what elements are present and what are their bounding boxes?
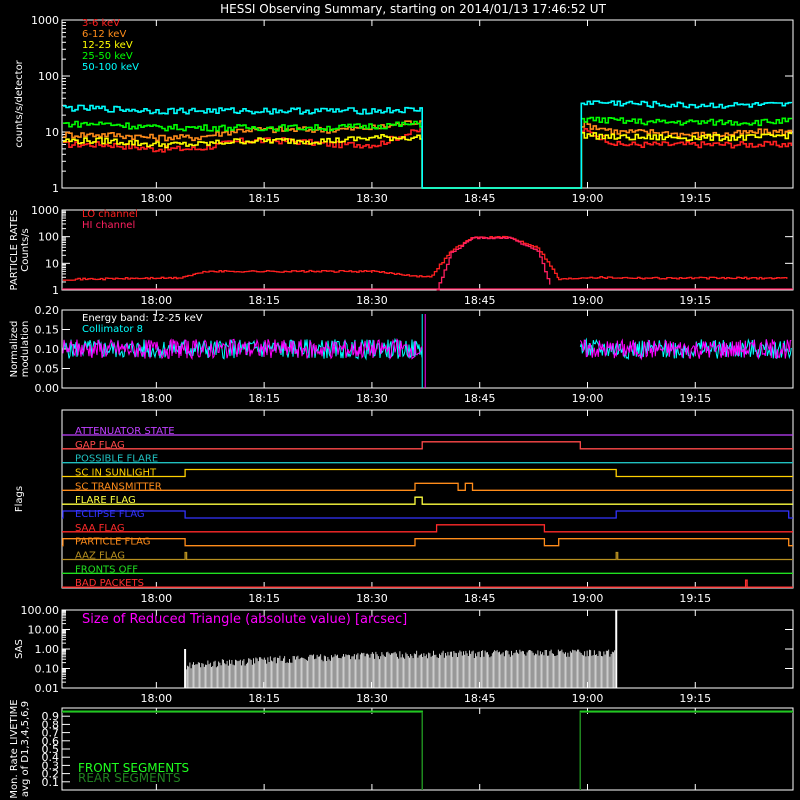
series-line-50-100-keV [63, 100, 793, 189]
y-tick-label: 1000 [31, 14, 59, 27]
y-tick-label: 0.9 [42, 710, 60, 723]
legend-entry: 6-12 keV [82, 29, 126, 40]
x-tick-label: 18:15 [248, 592, 280, 605]
series-line-6-12-keV [63, 120, 793, 189]
legend-entry: LO channel [82, 209, 138, 220]
y-axis-label: Counts/s [20, 228, 31, 272]
y-axis-label: modulation [20, 321, 31, 378]
flag-trace [62, 510, 793, 519]
y-axis-label: PARTICLE RATES [9, 210, 20, 291]
x-tick-label: 18:15 [248, 294, 280, 307]
flag-trace [62, 551, 793, 561]
legend-entry: Collimator 8 [82, 324, 143, 335]
y-tick-label: 10 [45, 257, 59, 270]
energy-band-annotation: Energy band: 12-25 keV [82, 313, 203, 324]
y-tick-label: 100 [38, 231, 59, 244]
x-tick-label: 18:00 [140, 592, 172, 605]
x-tick-label: 18:30 [356, 192, 388, 205]
x-tick-label: 18:00 [140, 392, 172, 405]
x-tick-label: 18:00 [140, 294, 172, 307]
y-axis-label: Flags [14, 486, 25, 512]
x-tick-label: 18:45 [464, 192, 496, 205]
x-tick-label: 19:15 [679, 192, 711, 205]
x-tick-label: 19:15 [679, 294, 711, 307]
x-tick-label: 18:00 [140, 192, 172, 205]
y-axis-label: avg of D1,3,4,5,6,9 [20, 701, 31, 797]
y-tick-label: 1 [52, 284, 59, 297]
sas-trace [184, 649, 617, 688]
y-axis-label: Mon. Rate LIVETIME [9, 699, 20, 798]
y-axis-label: SAS [14, 639, 25, 659]
series-line-HI-channel [436, 236, 551, 291]
x-tick-label: 19:15 [679, 692, 711, 705]
legend-entry: 50-100 keV [82, 62, 139, 73]
x-tick-label: 19:15 [679, 592, 711, 605]
y-tick-label: 100 [38, 70, 59, 83]
x-tick-label: 18:30 [356, 592, 388, 605]
flag-trace [62, 468, 793, 478]
series-line-12-25-keV [63, 132, 793, 189]
x-tick-label: 18:15 [248, 392, 280, 405]
x-tick-label: 18:15 [248, 192, 280, 205]
legend-entry: 12-25 keV [82, 40, 133, 51]
legend-entry: HI channel [82, 220, 135, 231]
observing-summary-figure: HESSI Observing Summary, starting on 201… [9, 2, 794, 799]
x-tick-label: 18:45 [464, 392, 496, 405]
x-tick-label: 18:00 [140, 692, 172, 705]
flag-trace [62, 441, 793, 450]
x-tick-label: 18:30 [356, 692, 388, 705]
x-tick-label: 18:45 [464, 592, 496, 605]
series-line-LO-channel [62, 235, 788, 281]
y-tick-label: 1.00 [35, 643, 60, 656]
x-tick-label: 19:00 [572, 294, 604, 307]
x-tick-label: 18:30 [356, 392, 388, 405]
legend-entry: 25-50 keV [82, 51, 133, 62]
y-tick-label: 1000 [31, 204, 59, 217]
x-tick-label: 19:00 [572, 692, 604, 705]
y-tick-label: 100.00 [21, 604, 60, 617]
figure-title: HESSI Observing Summary, starting on 201… [220, 2, 606, 16]
flag-trace [62, 524, 793, 533]
flag-trace [62, 579, 793, 588]
x-tick-label: 18:45 [464, 692, 496, 705]
y-tick-label: 0.20 [35, 304, 60, 317]
x-tick-label: 18:30 [356, 294, 388, 307]
sas-annotation: Size of Reduced Triangle (absolute value… [82, 612, 407, 627]
y-tick-label: 0.15 [35, 324, 60, 337]
y-tick-label: 10 [45, 126, 59, 139]
y-axis-label: counts/s/detector [14, 59, 25, 147]
x-tick-label: 19:15 [679, 392, 711, 405]
y-tick-label: 10.00 [28, 624, 60, 637]
y-axis-label: Normalized [9, 321, 20, 378]
x-tick-label: 18:45 [464, 294, 496, 307]
x-tick-label: 19:00 [572, 192, 604, 205]
y-tick-label: 0.10 [35, 343, 60, 356]
y-tick-label: 0.00 [35, 382, 60, 395]
flag-trace [62, 538, 793, 547]
flag-trace [62, 496, 793, 505]
legend-entry: REAR SEGMENTS [78, 771, 181, 785]
y-tick-label: 0.01 [35, 682, 60, 695]
y-tick-label: 1 [52, 182, 59, 195]
x-tick-label: 18:15 [248, 692, 280, 705]
series-line-25-50-keV [63, 116, 793, 189]
x-tick-label: 19:00 [572, 392, 604, 405]
y-tick-label: 0.05 [35, 363, 60, 376]
flag-trace [62, 482, 793, 491]
y-tick-label: 0.10 [35, 663, 60, 676]
legend-entry: 3-6 keV [82, 18, 120, 29]
x-tick-label: 19:00 [572, 592, 604, 605]
